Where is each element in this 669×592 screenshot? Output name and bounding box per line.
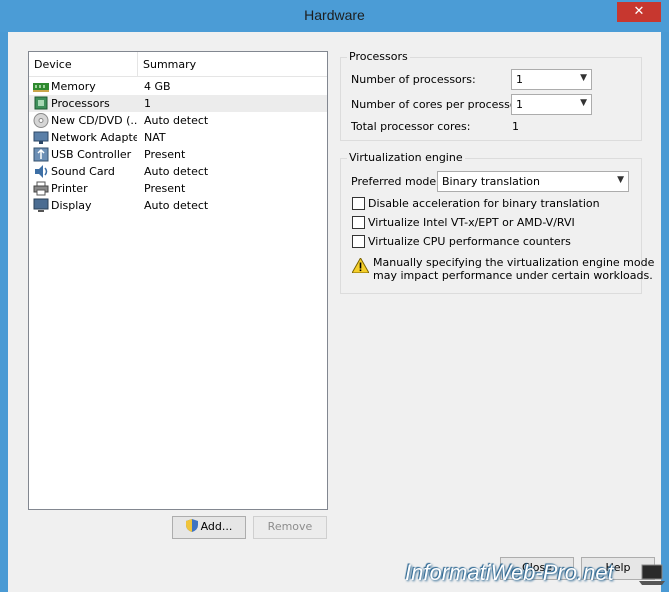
- window-title: Hardware: [304, 7, 365, 23]
- preferred-mode-select[interactable]: Binary translation ▼: [437, 171, 629, 192]
- preferred-mode-value: Binary translation: [442, 175, 540, 188]
- virtualize-cpu-counters-checkbox[interactable]: [352, 235, 365, 248]
- chevron-down-icon: ▼: [580, 73, 587, 83]
- device-summary: Present: [144, 182, 186, 195]
- cores-per-processor-select[interactable]: 1 ▼: [511, 94, 592, 115]
- device-list[interactable]: Device Summary Memory 4 GB Processors 1 …: [28, 51, 328, 510]
- total-cores-value: 1: [512, 120, 519, 133]
- device-summary: Auto detect: [144, 199, 209, 212]
- chevron-down-icon: ▼: [580, 98, 587, 108]
- device-name: Memory: [51, 80, 96, 93]
- title-bar: Hardware ✕: [0, 0, 669, 32]
- device-name: Display: [51, 199, 92, 212]
- virtualize-cpu-counters-label[interactable]: Virtualize CPU performance counters: [368, 235, 571, 248]
- column-summary[interactable]: Summary: [143, 58, 196, 71]
- device-name: New CD/DVD (...: [51, 114, 137, 127]
- device-row-cd-dvd[interactable]: New CD/DVD (... Auto detect: [29, 112, 327, 129]
- disable-acceleration-label[interactable]: Disable acceleration for binary translat…: [368, 197, 600, 210]
- add-button[interactable]: Add...: [172, 516, 246, 539]
- device-row-memory[interactable]: Memory 4 GB: [29, 78, 327, 95]
- usb-icon: [33, 147, 49, 162]
- remove-button[interactable]: Remove: [253, 516, 327, 539]
- watermark-text: InformatiWeb-Pro.net: [405, 560, 614, 585]
- dialog-client: Device Summary Memory 4 GB Processors 1 …: [8, 32, 661, 592]
- device-row-network-adapter[interactable]: Network Adapter NAT: [29, 129, 327, 146]
- num-processors-label: Number of processors:: [351, 73, 476, 86]
- network-adapter-icon: [33, 131, 49, 144]
- device-row-usb-controller[interactable]: USB Controller Present: [29, 146, 327, 163]
- processors-group: Processors Number of processors: 1 ▼ Num…: [340, 50, 642, 141]
- warning-icon: [352, 258, 369, 273]
- chevron-down-icon: ▼: [617, 175, 624, 185]
- add-button-label: Add...: [200, 520, 233, 533]
- cores-per-processor-label: Number of cores per processor:: [351, 98, 525, 111]
- virtualize-vtx-label[interactable]: Virtualize Intel VT-x/EPT or AMD-V/RVI: [368, 216, 575, 229]
- device-row-printer[interactable]: Printer Present: [29, 180, 327, 197]
- device-summary: 4 GB: [144, 80, 171, 93]
- virtualization-engine-group: Virtualization engine Preferred mode: Bi…: [340, 151, 654, 294]
- warning-text-line2: may impact performance under certain wor…: [373, 269, 653, 282]
- shield-icon: [185, 519, 198, 532]
- device-list-header: Device Summary: [29, 52, 327, 77]
- window-close-button[interactable]: ✕: [617, 2, 661, 22]
- cores-per-processor-value: 1: [516, 98, 523, 111]
- device-summary: 1: [144, 97, 151, 110]
- device-name: Network Adapter: [51, 131, 137, 144]
- preferred-mode-label: Preferred mode:: [351, 175, 440, 188]
- total-cores-label: Total processor cores:: [351, 120, 471, 133]
- device-name: Processors: [51, 97, 110, 110]
- printer-icon: [33, 181, 49, 196]
- disable-acceleration-checkbox[interactable]: [352, 197, 365, 210]
- virtualization-group-label: Virtualization engine: [347, 151, 465, 164]
- processor-icon: [34, 96, 48, 110]
- device-summary: Auto detect: [144, 114, 209, 127]
- device-summary: Present: [144, 148, 186, 161]
- warning-text-line1: Manually specifying the virtualization e…: [373, 256, 655, 269]
- device-name: USB Controller: [51, 148, 132, 161]
- num-processors-select[interactable]: 1 ▼: [511, 69, 592, 90]
- device-row-sound-card[interactable]: Sound Card Auto detect: [29, 163, 327, 180]
- sound-card-icon: [35, 165, 48, 178]
- processors-group-label: Processors: [347, 50, 410, 63]
- device-name: Sound Card: [51, 165, 115, 178]
- display-icon: [33, 198, 49, 212]
- device-row-display[interactable]: Display Auto detect: [29, 197, 327, 214]
- num-processors-value: 1: [516, 73, 523, 86]
- device-row-processors[interactable]: Processors 1: [29, 95, 327, 112]
- device-name: Printer: [51, 182, 88, 195]
- device-summary: NAT: [144, 131, 166, 144]
- cd-dvd-icon: [33, 113, 49, 128]
- column-device[interactable]: Device: [34, 58, 72, 71]
- memory-icon: [33, 83, 49, 92]
- virtualize-vtx-checkbox[interactable]: [352, 216, 365, 229]
- device-summary: Auto detect: [144, 165, 209, 178]
- laptop-logo-icon: [639, 564, 665, 585]
